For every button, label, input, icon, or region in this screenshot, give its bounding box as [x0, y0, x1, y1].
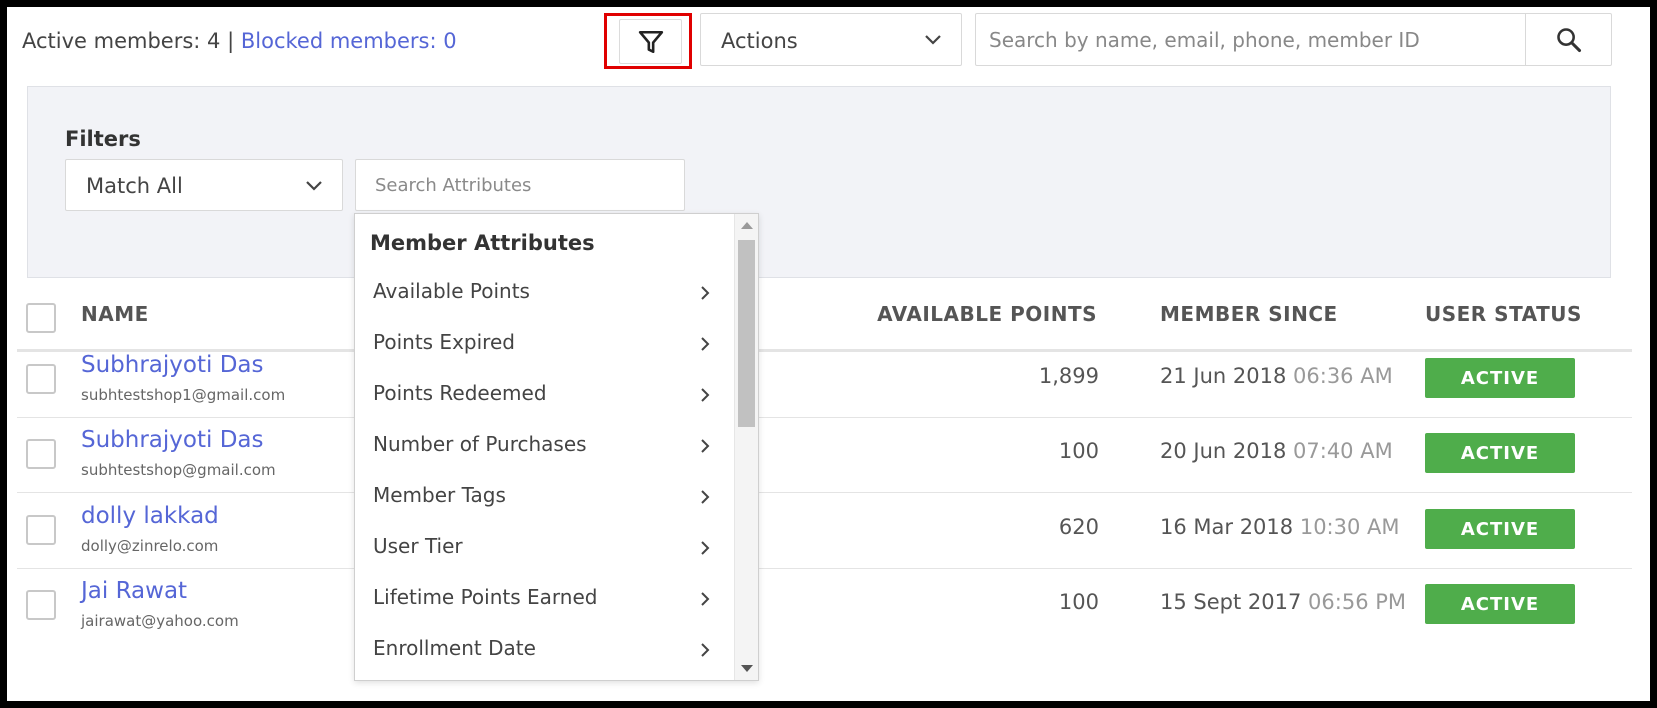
search-icon — [1556, 27, 1581, 52]
member-since-time: 06:36 AM — [1293, 364, 1393, 388]
member-since: 21 Jun 2018 06:36 AM — [1160, 364, 1393, 388]
count-separator: | — [227, 29, 235, 53]
member-since: 20 Jun 2018 07:40 AM — [1160, 439, 1393, 463]
chevron-right-icon — [701, 490, 710, 504]
status-badge: ACTIVE — [1425, 509, 1575, 549]
active-members-count: Active members: 4 — [22, 29, 221, 53]
available-points: 1,899 — [1038, 364, 1099, 388]
status-badge: ACTIVE — [1425, 584, 1575, 624]
attribute-item-enrollment-date[interactable]: Enrollment Date — [355, 623, 731, 674]
table-row: Subhrajyoti Das subhtestshop1@gmail.com … — [17, 338, 1632, 418]
chevron-right-icon — [701, 337, 710, 351]
member-since-date: 21 Jun 2018 — [1160, 364, 1287, 388]
match-all-label: Match All — [86, 174, 183, 198]
row-checkbox[interactable] — [26, 590, 56, 620]
member-since: 16 Mar 2018 10:30 AM — [1160, 515, 1400, 539]
members-page: Active members: 4 | Blocked members: 0 A… — [0, 0, 1657, 708]
attribute-item-label: Number of Purchases — [373, 432, 587, 456]
attribute-item-label: Available Points — [373, 279, 530, 303]
attribute-search-input[interactable] — [356, 160, 684, 210]
attribute-item-points-expired[interactable]: Points Expired — [355, 317, 731, 368]
member-name-link[interactable]: Subhrajyoti Das — [81, 427, 263, 453]
member-email: subhtestshop1@gmail.com — [81, 386, 286, 404]
attribute-item-label: Member Tags — [373, 483, 506, 507]
member-name-link[interactable]: Subhrajyoti Das — [81, 352, 263, 378]
member-email: subhtestshop@gmail.com — [81, 461, 276, 479]
attribute-search — [355, 159, 685, 211]
status-badge: ACTIVE — [1425, 433, 1575, 473]
member-since-time: 07:40 AM — [1293, 439, 1393, 463]
member-email: jairawat@yahoo.com — [81, 612, 239, 630]
chevron-right-icon — [701, 388, 710, 402]
available-points: 100 — [1058, 439, 1099, 463]
attribute-item-label: User Tier — [373, 534, 463, 558]
attribute-item-points-redeemed[interactable]: Points Redeemed — [355, 368, 731, 419]
table-row: Subhrajyoti Das subhtestshop@gmail.com 1… — [17, 413, 1632, 493]
column-header-name[interactable]: NAME — [81, 302, 149, 326]
row-checkbox[interactable] — [26, 364, 56, 394]
row-checkbox[interactable] — [26, 439, 56, 469]
attribute-item-number-of-purchases[interactable]: Number of Purchases — [355, 419, 731, 470]
chevron-right-icon — [701, 643, 710, 657]
member-attributes-dropdown: Member Attributes Available Points Point… — [354, 213, 759, 681]
scroll-up-arrow-icon[interactable] — [741, 222, 753, 229]
scroll-down-arrow-icon[interactable] — [741, 665, 753, 672]
attribute-item-label: Enrollment Date — [373, 636, 536, 660]
status-badge: ACTIVE — [1425, 358, 1575, 398]
column-header-user-status[interactable]: USER STATUS — [1425, 302, 1582, 326]
actions-label: Actions — [721, 29, 798, 53]
member-attributes-header: Member Attributes — [370, 231, 595, 255]
actions-dropdown[interactable]: Actions — [700, 13, 962, 66]
table-row: dolly lakkad dolly@zinrelo.com 620 16 Ma… — [17, 489, 1632, 569]
member-since-date: 16 Mar 2018 — [1160, 515, 1294, 539]
table-row: Jai Rawat jairawat@yahoo.com 100 15 Sept… — [17, 564, 1632, 644]
dropdown-scrollbar[interactable] — [734, 214, 758, 680]
chevron-down-icon — [306, 181, 322, 191]
chevron-right-icon — [701, 439, 710, 453]
available-points: 620 — [1058, 515, 1099, 539]
select-all-checkbox[interactable] — [26, 303, 56, 333]
attribute-item-label: Points Redeemed — [373, 381, 547, 405]
attribute-item-lifetime-points-earned[interactable]: Lifetime Points Earned — [355, 572, 731, 623]
available-points: 100 — [1058, 590, 1099, 614]
row-checkbox[interactable] — [26, 515, 56, 545]
attribute-item-available-points[interactable]: Available Points — [355, 266, 731, 317]
member-since: 15 Sept 2017 06:56 PM — [1160, 590, 1406, 614]
member-counts: Active members: 4 | Blocked members: 0 — [22, 29, 457, 53]
chevron-right-icon — [701, 592, 710, 606]
attribute-item-user-tier[interactable]: User Tier — [355, 521, 731, 572]
member-since-date: 15 Sept 2017 — [1160, 590, 1302, 614]
filter-button[interactable] — [619, 19, 682, 64]
column-header-member-since[interactable]: MEMBER SINCE — [1160, 302, 1338, 326]
member-search-input[interactable] — [976, 14, 1526, 65]
member-since-time: 10:30 AM — [1299, 515, 1400, 539]
search-button[interactable] — [1525, 14, 1611, 65]
member-since-time: 06:56 PM — [1308, 590, 1407, 614]
chevron-right-icon — [701, 286, 710, 300]
toolbar: Active members: 4 | Blocked members: 0 A… — [7, 7, 1650, 73]
member-since-date: 20 Jun 2018 — [1160, 439, 1287, 463]
chevron-right-icon — [701, 541, 710, 555]
filters-title: Filters — [65, 127, 141, 151]
filters-panel: Filters Match All — [27, 86, 1611, 278]
blocked-members-link[interactable]: Blocked members: 0 — [241, 29, 457, 53]
member-search — [975, 13, 1612, 66]
scrollbar-thumb[interactable] — [738, 240, 755, 427]
attribute-item-member-tags[interactable]: Member Tags — [355, 470, 731, 521]
member-email: dolly@zinrelo.com — [81, 537, 219, 555]
column-header-available-points[interactable]: AVAILABLE POINTS — [797, 302, 1097, 326]
attribute-item-label: Lifetime Points Earned — [373, 585, 598, 609]
filter-icon — [638, 30, 663, 53]
match-all-dropdown[interactable]: Match All — [65, 159, 343, 211]
member-attributes-list: Available Points Points Expired Points R… — [355, 266, 731, 674]
member-name-link[interactable]: dolly lakkad — [81, 503, 219, 529]
chevron-down-icon — [925, 35, 941, 45]
member-name-link[interactable]: Jai Rawat — [81, 578, 187, 604]
attribute-item-label: Points Expired — [373, 330, 515, 354]
filter-button-highlight — [604, 13, 692, 69]
